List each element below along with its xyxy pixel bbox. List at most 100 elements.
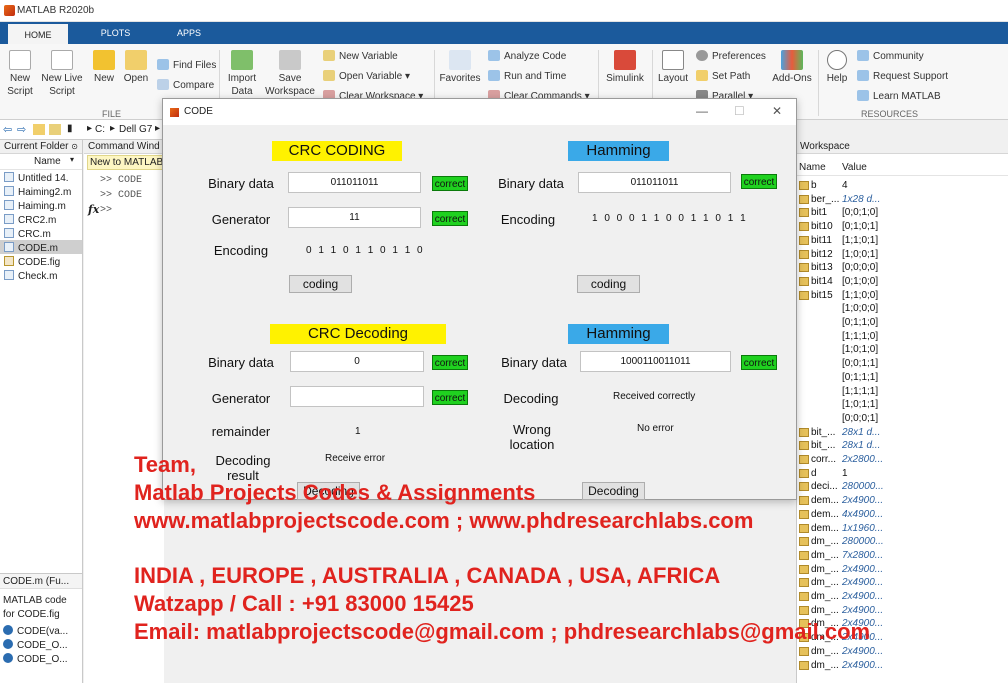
details-header[interactable]: CODE.m (Fu... (0, 573, 82, 589)
file-item[interactable]: Check.m (4, 270, 57, 282)
workspace-row[interactable]: [1;0;1;1] (797, 398, 1008, 412)
workspace-row[interactable]: corr... 2x2800... (797, 453, 1008, 467)
open-button[interactable]: Open (121, 50, 151, 85)
variable-value: 4x4900... (842, 508, 884, 520)
detail-item[interactable]: CODE(va... (3, 625, 68, 637)
workspace-row[interactable]: [1;1;1;1] (797, 385, 1008, 399)
new-live-script-button[interactable]: New Live Script (39, 50, 85, 98)
workspace-row[interactable]: bit1 [0;0;1;0] (797, 206, 1008, 220)
browse-folder-icon[interactable] (49, 124, 61, 135)
save-workspace-button[interactable]: Save Workspace (264, 50, 316, 98)
workspace-row[interactable]: bit11 [1;1;0;1] (797, 234, 1008, 248)
path-drive[interactable]: C: (95, 124, 105, 135)
workspace-row[interactable]: dm_... 7x2800... (797, 549, 1008, 563)
detail-item[interactable]: CODE_O... (3, 653, 68, 665)
hamming-coding-button[interactable]: coding (577, 275, 640, 293)
workspace-row[interactable]: [1;1;1;0] (797, 330, 1008, 344)
new-to-matlab-tip[interactable]: New to MATLAB (87, 155, 164, 170)
workspace-row[interactable]: [1;0;1;0] (797, 343, 1008, 357)
hamming-decoding-button[interactable]: Decoding (582, 482, 645, 500)
workspace-row[interactable]: [0;0;1;1] (797, 357, 1008, 371)
import-data-button[interactable]: Import Data (224, 50, 260, 98)
up-folder-icon[interactable] (33, 124, 45, 135)
workspace-row[interactable]: [1;0;0;0] (797, 302, 1008, 316)
workspace-column-header[interactable]: Name Value (797, 160, 1008, 176)
workspace-row[interactable]: b4 (797, 179, 1008, 193)
variable-value: 28x1 d... (842, 426, 881, 438)
analyze-code-button[interactable]: Analyze Code (488, 50, 566, 62)
forward-arrow-icon[interactable]: ⇨ (17, 123, 26, 136)
favorites-button[interactable]: Favorites (439, 50, 481, 85)
close-icon[interactable]: ✕ (772, 104, 782, 118)
workspace-row[interactable]: d1 (797, 467, 1008, 481)
tab-plots[interactable]: PLOTS (88, 22, 143, 44)
workspace-row[interactable]: bit13 [0;0;0;0] (797, 261, 1008, 275)
file-item[interactable]: CRC.m (4, 228, 51, 240)
variable-value: 2x4900... (842, 645, 884, 657)
workspace-row[interactable]: bit10 [0;1;0;1] (797, 220, 1008, 234)
workspace-row[interactable]: dm_... 2x4900... (797, 590, 1008, 604)
tab-home[interactable]: HOME (8, 22, 68, 44)
crc-binary-input[interactable]: 011011011 (288, 172, 421, 193)
workspace-row[interactable]: ber_... 1x28 d... (797, 193, 1008, 207)
help-button[interactable]: Help (822, 50, 852, 85)
workspace-row[interactable]: [0;1;1;0] (797, 316, 1008, 330)
compare-button[interactable]: Compare (157, 79, 214, 91)
file-item[interactable]: CODE.fig (4, 256, 60, 268)
crc-decoding-binary-input[interactable]: 0 (290, 351, 424, 372)
minimize-icon[interactable]: — (696, 104, 708, 118)
variable-value: [0;0;1;1] (842, 358, 879, 370)
workspace-row[interactable]: bit12 [1;0;0;1] (797, 248, 1008, 262)
file-item[interactable]: Haiming.m (4, 200, 66, 212)
workspace-row[interactable]: bit15 [1;1;0;0] (797, 289, 1008, 303)
workspace-row[interactable]: dm_... 280000... (797, 535, 1008, 549)
workspace-row[interactable]: dm_... 2x4900... (797, 563, 1008, 577)
new-script-button[interactable]: New Script (4, 50, 36, 98)
file-item[interactable]: Untitled 14. (4, 172, 69, 184)
layout-button[interactable]: Layout (655, 50, 691, 85)
path-folder[interactable]: Dell G7 (119, 124, 152, 135)
community-button[interactable]: Community (857, 50, 924, 62)
panel-menu-icon[interactable]: ⊙ (71, 142, 78, 151)
workspace-row[interactable]: [0;1;1;1] (797, 371, 1008, 385)
crc-generator-input[interactable]: 11 (288, 207, 421, 228)
maximize-icon[interactable]: ☐ (734, 104, 745, 118)
new-button[interactable]: New (91, 50, 117, 85)
open-variable-button[interactable]: Open Variable ▾ (323, 70, 410, 82)
fx-icon[interactable]: fx (88, 203, 99, 216)
hamming-decoding-binary-input[interactable]: 1000110011011 (580, 351, 731, 372)
learn-matlab-button[interactable]: Learn MATLAB (857, 90, 941, 102)
file-item[interactable]: Haiming2.m (4, 186, 71, 198)
workspace-row[interactable]: dm_... 2x4900... (797, 659, 1008, 673)
workspace-row[interactable]: dem... 1x1960... (797, 522, 1008, 536)
preferences-button[interactable]: Preferences (696, 50, 766, 62)
workspace-row[interactable]: dm_... 2x4900... (797, 576, 1008, 590)
workspace-row[interactable]: bit14 [0;1;0;0] (797, 275, 1008, 289)
workspace-row[interactable]: deci... 280000... (797, 480, 1008, 494)
add-ons-button[interactable]: Add-Ons (770, 50, 814, 85)
file-item-selected[interactable]: CODE.m (4, 242, 58, 254)
find-files-button[interactable]: Find Files (157, 59, 216, 71)
file-item[interactable]: CRC2.m (4, 214, 56, 226)
workspace-row[interactable]: bit_... 28x1 d... (797, 426, 1008, 440)
workspace-row[interactable]: dem... 4x4900... (797, 508, 1008, 522)
column-header[interactable]: Name ▾ (0, 154, 82, 170)
new-variable-button[interactable]: New Variable (323, 50, 398, 62)
simulink-button[interactable]: Simulink (603, 50, 647, 85)
workspace-row[interactable]: dm_... 2x4900... (797, 645, 1008, 659)
run-and-time-button[interactable]: Run and Time (488, 70, 566, 82)
variable-value: 2x4900... (842, 659, 884, 671)
workspace-row[interactable]: bit_... 28x1 d... (797, 439, 1008, 453)
crc-coding-button[interactable]: coding (289, 275, 352, 293)
tab-apps[interactable]: APPS (163, 22, 215, 44)
crc-decoding-generator-input[interactable] (290, 386, 424, 407)
back-arrow-icon[interactable]: ⇦ (3, 123, 12, 136)
detail-item[interactable]: CODE_O... (3, 639, 68, 651)
workspace-row[interactable]: dm_... 2x4900... (797, 604, 1008, 618)
request-support-button[interactable]: Request Support (857, 70, 948, 82)
workspace-row[interactable]: dem... 2x4900... (797, 494, 1008, 508)
command-prompt[interactable]: >> (100, 205, 112, 216)
workspace-row[interactable]: [0;0;0;1] (797, 412, 1008, 426)
set-path-button[interactable]: Set Path (696, 70, 750, 82)
hamming-binary-input[interactable]: 011011011 (578, 172, 731, 193)
